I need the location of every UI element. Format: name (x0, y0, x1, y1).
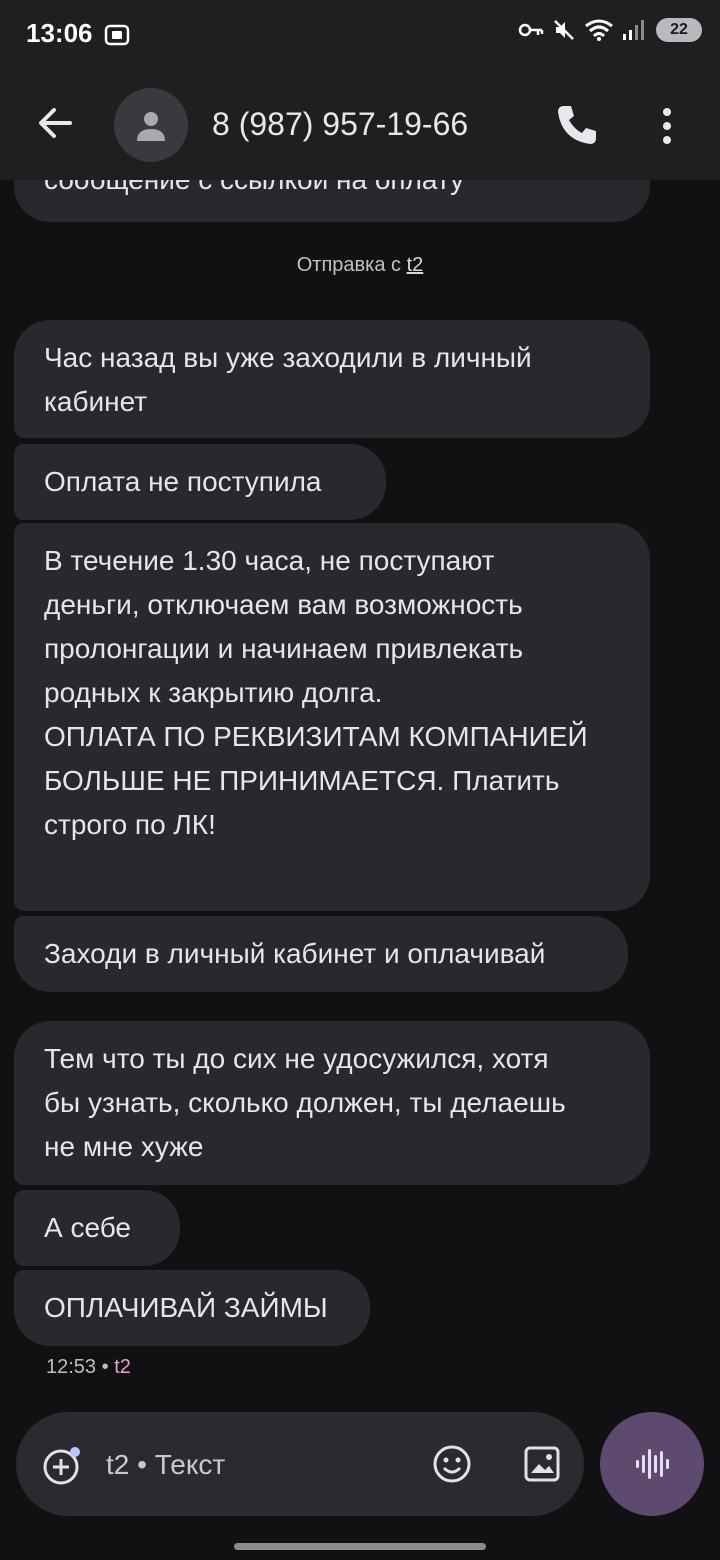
message-time: 12:53 (46, 1356, 97, 1378)
app-bar: 8 (987) 957-19-66 (0, 70, 720, 180)
contact-name[interactable]: 8 (987) 957-19-66 (212, 106, 468, 143)
message-bubble[interactable]: Тем что ты до сих не удосужился, хотя бы… (14, 1021, 650, 1185)
message-bubble[interactable]: В течение 1.30 часа, не поступают деньги… (14, 523, 650, 911)
emoji-icon[interactable] (430, 1442, 474, 1486)
message-bubble[interactable]: ОПЛАЧИВАЙ ЗАЙМЫ (14, 1270, 370, 1346)
status-bar: 13:06 22 (0, 0, 720, 70)
status-time: 13:06 (26, 18, 93, 48)
back-arrow-icon[interactable] (30, 98, 80, 148)
sent-via-link[interactable]: t2 (407, 254, 424, 276)
sent-via-prefix: Отправка с (296, 254, 407, 276)
more-vert-icon[interactable] (652, 104, 682, 148)
status-icons: 22 (518, 18, 702, 42)
gallery-icon[interactable] (520, 1442, 564, 1486)
signal-icon (623, 20, 644, 40)
home-indicator[interactable] (234, 1543, 486, 1550)
screenshot-icon (104, 24, 130, 46)
message-input[interactable] (104, 1442, 408, 1488)
wifi-icon (585, 19, 613, 41)
voice-record-button[interactable] (600, 1412, 704, 1516)
voice-wave-icon (636, 1449, 669, 1479)
avatar[interactable] (114, 88, 188, 162)
message-bubble[interactable]: А себе (14, 1190, 180, 1266)
add-circle-icon[interactable] (40, 1444, 84, 1488)
battery-indicator: 22 (656, 18, 702, 42)
message-bubble[interactable]: Оплата не поступила (14, 444, 386, 520)
message-bubble-partial[interactable]: сообщение с ссылкой на оплату (14, 180, 650, 222)
mute-icon (554, 20, 574, 40)
sent-via-label: Отправка с t2 (0, 254, 720, 277)
composer-box[interactable] (16, 1412, 584, 1516)
conversation-list[interactable]: сообщение с ссылкой на оплату Отправка с… (0, 180, 720, 1400)
message-bubble[interactable]: Час назад вы уже заходили в личный кабин… (14, 320, 650, 438)
message-meta: 12:53 • t2 (46, 1356, 131, 1379)
avatar-person-icon (137, 112, 165, 141)
vpn-key-icon (518, 23, 544, 37)
sim-label: t2 (114, 1356, 131, 1378)
message-bubble[interactable]: Заходи в личный кабинет и оплачивай (14, 916, 628, 992)
composer-area (0, 1400, 720, 1560)
meta-separator: • (101, 1356, 115, 1378)
phone-icon[interactable] (554, 102, 600, 148)
